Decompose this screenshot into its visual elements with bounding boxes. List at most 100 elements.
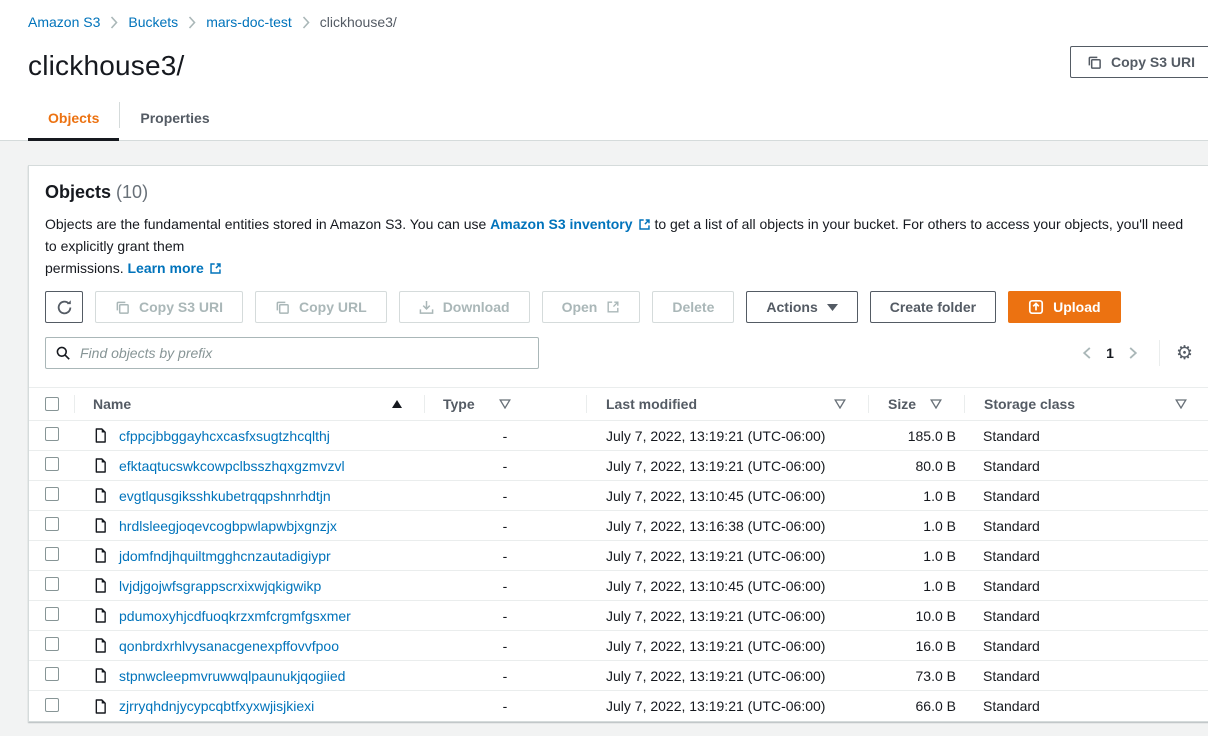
object-storage-class-cell: Standard — [964, 698, 1208, 714]
file-icon — [94, 548, 107, 563]
row-checkbox[interactable] — [45, 487, 59, 501]
object-last-modified-cell: July 7, 2022, 13:19:21 (UTC-06:00) — [586, 458, 868, 474]
object-last-modified-cell: July 7, 2022, 13:19:21 (UTC-06:00) — [586, 638, 868, 654]
object-name-link[interactable]: evgtlqusgiksshkubetrqqpshnrhdtjn — [119, 488, 331, 504]
external-link-icon — [606, 300, 620, 314]
sort-icon — [499, 399, 511, 409]
column-header-size[interactable]: Size — [868, 388, 964, 420]
breadcrumb-buckets[interactable]: Buckets — [128, 14, 178, 30]
row-select-cell — [29, 427, 74, 444]
row-checkbox[interactable] — [45, 698, 59, 712]
object-storage-class-cell: Standard — [964, 458, 1208, 474]
object-name-link[interactable]: efktaqtucswkcowpclbsszhqxgzmvzvl — [119, 458, 345, 474]
object-name-link[interactable]: zjrryqhdnjycypcqbtfxyxwjisjkiexi — [119, 698, 314, 714]
object-name-link[interactable]: qonbrdxrhlvysanacgenexpffovvfpoo — [119, 638, 339, 654]
upload-icon — [1028, 299, 1044, 315]
object-type-cell: - — [424, 638, 586, 654]
table-controls: 1 ⚙ — [29, 323, 1208, 369]
copy-url-button: Copy URL — [255, 291, 387, 323]
tab-properties[interactable]: Properties — [120, 96, 229, 140]
object-storage-class-cell: Standard — [964, 428, 1208, 444]
row-checkbox[interactable] — [45, 427, 59, 441]
object-name-link[interactable]: pdumoxyhjcdfuoqkrzxmfcrgmfgsxmer — [119, 608, 351, 624]
breadcrumb-amazon-s3[interactable]: Amazon S3 — [28, 14, 100, 30]
row-select-cell — [29, 577, 74, 594]
file-icon — [94, 458, 107, 473]
copy-s3-uri-button: Copy S3 URI — [95, 291, 243, 323]
table-row: efktaqtucswkcowpclbsszhqxgzmvzvl - July … — [29, 451, 1208, 481]
object-type-cell: - — [424, 578, 586, 594]
row-select-cell — [29, 457, 74, 474]
object-size-cell: 1.0 B — [868, 518, 964, 534]
object-last-modified-cell: July 7, 2022, 13:19:21 (UTC-06:00) — [586, 548, 868, 564]
row-checkbox[interactable] — [45, 457, 59, 471]
refresh-icon — [56, 299, 73, 316]
column-header-last-modified[interactable]: Last modified — [586, 388, 868, 420]
column-header-storage-class[interactable]: Storage class — [964, 388, 1208, 420]
learn-more-link[interactable]: Learn more — [127, 260, 221, 276]
row-checkbox[interactable] — [45, 517, 59, 531]
select-all-checkbox[interactable] — [45, 397, 59, 411]
object-storage-class-cell: Standard — [964, 548, 1208, 564]
tab-objects[interactable]: Objects — [28, 96, 119, 140]
refresh-button[interactable] — [45, 291, 83, 323]
create-folder-button[interactable]: Create folder — [870, 291, 996, 323]
object-storage-class-cell: Standard — [964, 668, 1208, 684]
row-checkbox[interactable] — [45, 607, 59, 621]
breadcrumb-current: clickhouse3/ — [320, 14, 397, 30]
copy-icon — [1087, 55, 1102, 70]
file-icon — [94, 518, 107, 533]
object-size-cell: 1.0 B — [868, 578, 964, 594]
object-type-cell: - — [424, 428, 586, 444]
row-checkbox[interactable] — [45, 547, 59, 561]
download-button: Download — [399, 291, 530, 323]
breadcrumb: Amazon S3 Buckets mars-doc-test clickhou… — [28, 14, 1180, 30]
file-icon — [94, 428, 107, 443]
search-input[interactable] — [45, 337, 539, 369]
object-size-cell: 185.0 B — [868, 428, 964, 444]
table-row: stpnwcleepmvruwwqlpaunukjqogiied - July … — [29, 661, 1208, 691]
row-select-cell — [29, 667, 74, 684]
search-box — [45, 337, 539, 369]
object-type-cell: - — [424, 458, 586, 474]
select-all-header — [29, 388, 74, 420]
object-name-link[interactable]: hrdlsleegjoqevcogbpwlapwbjxgnzjx — [119, 518, 337, 534]
current-page-number[interactable]: 1 — [1106, 345, 1114, 361]
object-size-cell: 1.0 B — [868, 488, 964, 504]
copy-s3-uri-header-button[interactable]: Copy S3 URI — [1070, 46, 1208, 78]
column-header-name[interactable]: Name — [74, 388, 424, 420]
table-row: zjrryqhdnjycypcqbtfxyxwjisjkiexi - July … — [29, 691, 1208, 721]
upload-button[interactable]: Upload — [1008, 291, 1120, 323]
object-storage-class-cell: Standard — [964, 578, 1208, 594]
object-name-link[interactable]: stpnwcleepmvruwwqlpaunukjqogiied — [119, 668, 345, 684]
object-storage-class-cell: Standard — [964, 608, 1208, 624]
object-type-cell: - — [424, 488, 586, 504]
table-header: Name Type Last modified Size — [29, 388, 1208, 421]
object-name-cell: hrdlsleegjoqevcogbpwlapwbjxgnzjx — [74, 518, 424, 534]
object-name-link[interactable]: jdomfndjhquiltmgghcnzautadigiypr — [119, 548, 331, 564]
breadcrumb-mars-doc-test[interactable]: mars-doc-test — [206, 14, 292, 30]
row-checkbox[interactable] — [45, 667, 59, 681]
column-header-type[interactable]: Type — [424, 388, 586, 420]
pagination-divider — [1159, 340, 1160, 366]
table-row: evgtlqusgiksshkubetrqqpshnrhdtjn - July … — [29, 481, 1208, 511]
table-row: pdumoxyhjcdfuoqkrzxmfcrgmfgsxmer - July … — [29, 601, 1208, 631]
amazon-s3-inventory-link[interactable]: Amazon S3 inventory — [490, 216, 650, 232]
search-icon — [55, 345, 71, 361]
previous-page-button — [1075, 342, 1100, 364]
object-size-cell: 10.0 B — [868, 608, 964, 624]
sort-icon — [1175, 399, 1187, 409]
actions-button[interactable]: Actions — [746, 291, 857, 323]
sort-icon — [834, 399, 846, 409]
object-last-modified-cell: July 7, 2022, 13:10:45 (UTC-06:00) — [586, 488, 868, 504]
gear-icon[interactable]: ⚙ — [1172, 342, 1197, 365]
row-checkbox[interactable] — [45, 577, 59, 591]
row-checkbox[interactable] — [45, 637, 59, 651]
object-type-cell: - — [424, 548, 586, 564]
object-name-link[interactable]: lvjdjgojwfsgrappscrxixwjqkigwikp — [119, 578, 321, 594]
object-last-modified-cell: July 7, 2022, 13:10:45 (UTC-06:00) — [586, 578, 868, 594]
page-header: Amazon S3 Buckets mars-doc-test clickhou… — [0, 0, 1208, 82]
object-last-modified-cell: July 7, 2022, 13:19:21 (UTC-06:00) — [586, 668, 868, 684]
object-name-link[interactable]: cfppcjbbggayhcxcasfxsugtzhcqlthj — [119, 428, 330, 444]
object-name-cell: stpnwcleepmvruwwqlpaunukjqogiied — [74, 668, 424, 684]
